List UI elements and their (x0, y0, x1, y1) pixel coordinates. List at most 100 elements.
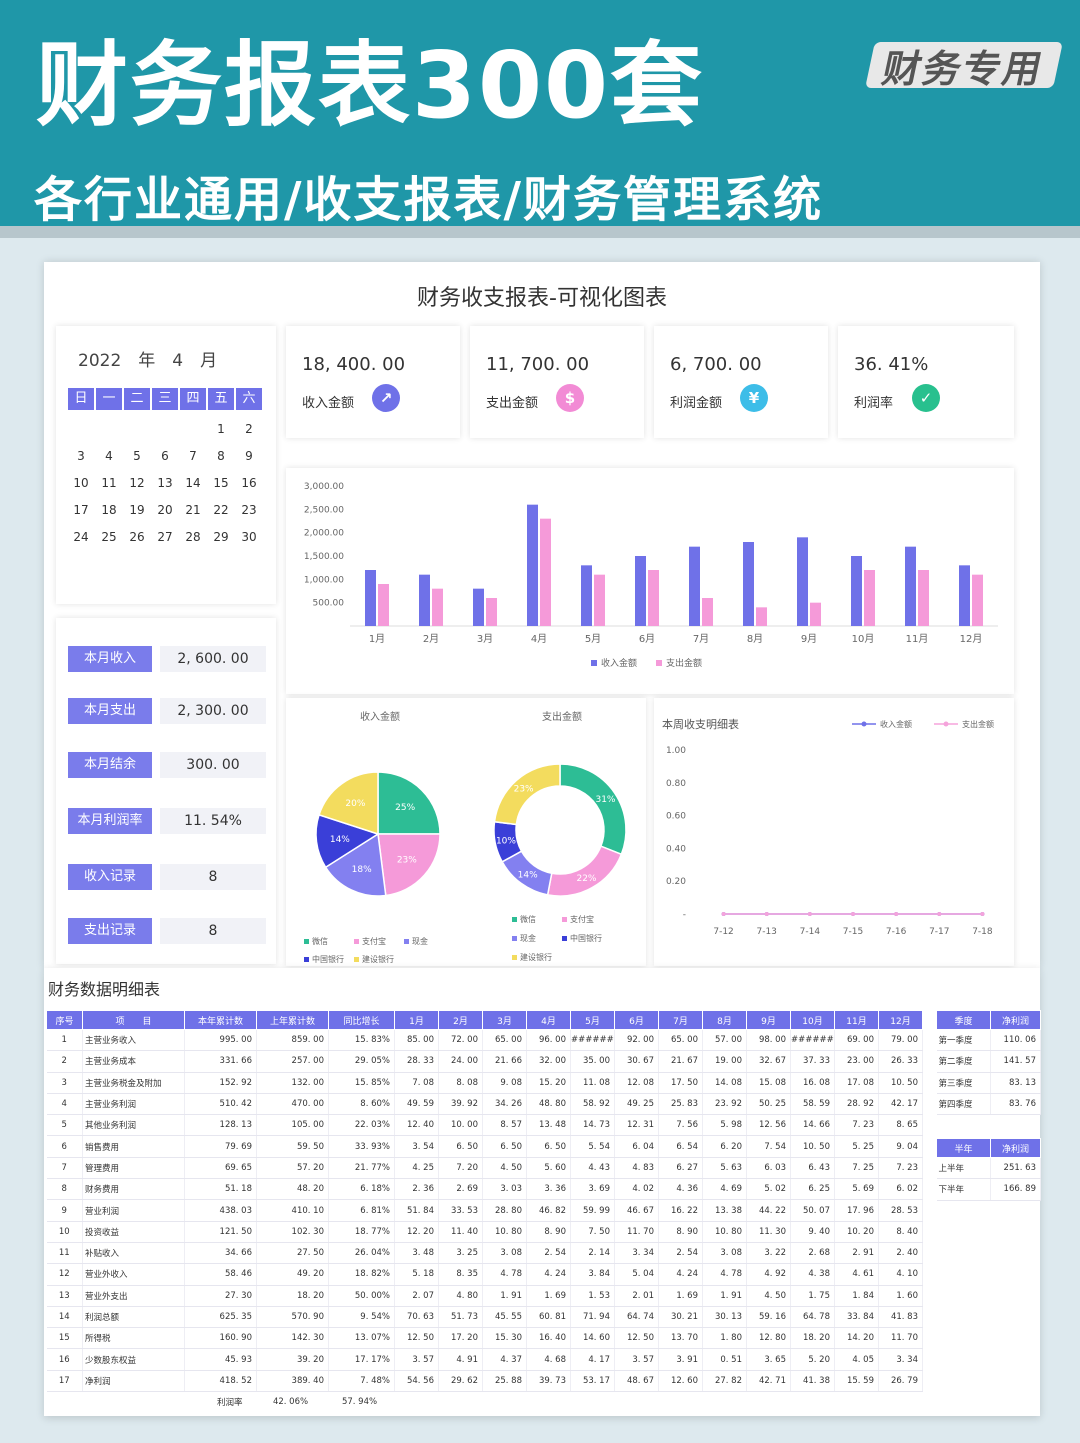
summary-value: 2, 600. 00 (160, 646, 266, 672)
calendar-day[interactable]: 18 (96, 497, 122, 524)
table-row[interactable]: 17 净利润 418. 52 389. 40 7. 48% 54. 56 29. 62 25.… (46, 1370, 923, 1393)
table-cell: 利润总额 (82, 1306, 185, 1329)
table-row[interactable]: 第二季度 141. 57 (936, 1050, 1041, 1073)
table-cell: 30. 13 (702, 1306, 747, 1329)
calendar-day[interactable]: 2 (236, 416, 262, 443)
table-cell: 48. 20 (256, 1178, 329, 1201)
table-cell: 3. 34 (878, 1348, 923, 1371)
table-cell: 15. 59 (834, 1370, 879, 1393)
pie-charts-panel: 收入金额 25% 23% 18% 14% 20% 支出金额 31% 22% 14% 10% 23% 微信… (286, 698, 646, 966)
column-header[interactable]: 序号 (46, 1010, 83, 1030)
table-cell: 58. 46 (184, 1263, 257, 1286)
calendar-day (152, 416, 178, 443)
weekday-label: 四 (180, 388, 206, 410)
calendar-day[interactable]: 30 (236, 524, 262, 551)
table-row[interactable]: 第三季度 83. 13 (936, 1072, 1041, 1094)
table-cell: 6. 54 (658, 1135, 703, 1158)
column-header[interactable]: 9月 (746, 1010, 791, 1030)
table-row[interactable]: 2 主营业务成本 331. 66 257. 00 29. 05% 28. 33 24. 00… (46, 1050, 923, 1073)
column-header[interactable]: 3月 (482, 1010, 527, 1030)
column-header[interactable]: 5月 (570, 1010, 615, 1030)
calendar-day[interactable]: 25 (96, 524, 122, 551)
calendar-day[interactable]: 8 (208, 443, 234, 470)
slice-value-label: 18% (352, 865, 372, 875)
column-header[interactable]: 6月 (614, 1010, 659, 1030)
table-row[interactable]: 第四季度 83. 76 (936, 1093, 1041, 1116)
calendar-day[interactable]: 22 (208, 497, 234, 524)
table-cell: 46. 82 (526, 1199, 571, 1222)
table-row[interactable]: 15 所得税 160. 90 142. 30 13. 07% 12. 50 17. 20 15… (46, 1327, 923, 1350)
table-row[interactable]: 10 投资收益 121. 50 102. 30 18. 77% 12. 20 11. 40 1… (46, 1221, 923, 1243)
table-row[interactable]: 5 其他业务利润 128. 13 105. 00 22. 03% 12. 40 10. 00… (46, 1114, 923, 1137)
calendar-day[interactable]: 14 (180, 470, 206, 497)
column-header[interactable]: 净利润 (990, 1010, 1041, 1030)
column-header[interactable]: 上年累计数 (256, 1010, 329, 1030)
calendar-day[interactable]: 7 (180, 443, 206, 470)
table-row[interactable]: 9 营业利润 438. 03 410. 10 6. 81% 51. 84 33. 53 28.… (46, 1199, 923, 1222)
table-row[interactable]: 13 营业外支出 27. 30 18. 20 50. 00% 2. 07 4. 80 1. 9… (46, 1285, 923, 1307)
table-row[interactable]: 1 主营业务收入 995. 00 859. 00 15. 83% 85. 00 72. 00… (46, 1029, 923, 1052)
column-header[interactable]: 同比增长 (328, 1010, 395, 1030)
calendar-day[interactable]: 4 (96, 443, 122, 470)
calendar-day[interactable]: 23 (236, 497, 262, 524)
column-header[interactable]: 12月 (878, 1010, 923, 1030)
column-header[interactable]: 本年累计数 (184, 1010, 257, 1030)
table-row[interactable]: 第一季度 110. 06 (936, 1029, 1041, 1052)
column-header[interactable]: 11月 (834, 1010, 879, 1030)
table-cell: 25. 83 (658, 1093, 703, 1116)
table-row[interactable]: 16 少数股东权益 45. 93 39. 20 17. 17% 3. 57 4. 91 4. … (46, 1348, 923, 1371)
column-header[interactable]: 1月 (394, 1010, 439, 1030)
table-row[interactable]: 8 财务费用 51. 18 48. 20 6. 18% 2. 36 2. 69 3. 03 3.… (46, 1178, 923, 1201)
column-header[interactable]: 7月 (658, 1010, 703, 1030)
footer-cell (47, 1392, 83, 1413)
calendar-day[interactable]: 21 (180, 497, 206, 524)
calendar-day[interactable]: 12 (124, 470, 150, 497)
calendar-day[interactable]: 28 (180, 524, 206, 551)
pie-slice (546, 845, 623, 897)
table-row[interactable]: 12 营业外收入 58. 46 49. 20 18. 82% 5. 18 8. 35 4. 7… (46, 1263, 923, 1286)
column-header[interactable]: 10月 (790, 1010, 835, 1030)
column-header[interactable]: 半年 (936, 1138, 991, 1158)
calendar-day[interactable]: 10 (68, 470, 94, 497)
table-cell: 32. 67 (746, 1050, 791, 1073)
calendar-day[interactable]: 6 (152, 443, 178, 470)
calendar-day[interactable]: 17 (68, 497, 94, 524)
table-row[interactable]: 11 补贴收入 34. 66 27. 50 26. 04% 3. 48 3. 25 3. 08… (46, 1242, 923, 1265)
table-row[interactable]: 14 利润总额 625. 35 570. 90 9. 54% 70. 63 51. 73 45… (46, 1306, 923, 1329)
calendar-day[interactable]: 20 (152, 497, 178, 524)
table-row[interactable]: 上半年 251. 63 (936, 1157, 1041, 1180)
calendar-day[interactable]: 29 (208, 524, 234, 551)
table-row[interactable]: 6 销售费用 79. 69 59. 50 33. 93% 3. 54 6. 50 6. 50 6… (46, 1135, 923, 1158)
table-cell: 11. 30 (746, 1221, 791, 1243)
calendar-day[interactable]: 13 (152, 470, 178, 497)
table-cell: 5. 69 (834, 1178, 879, 1201)
calendar-day[interactable]: 15 (208, 470, 234, 497)
calendar-day[interactable]: 24 (68, 524, 94, 551)
calendar-day[interactable]: 1 (208, 416, 234, 443)
calendar-day[interactable]: 11 (96, 470, 122, 497)
income-bar (905, 546, 916, 626)
calendar-weekday-header: 日 一 二 三 四 五 六 (68, 388, 264, 410)
calendar-week-row: 12 (68, 416, 264, 443)
table-cell: 14. 73 (570, 1114, 615, 1137)
column-header[interactable]: 季度 (936, 1010, 991, 1030)
table-row[interactable]: 4 主营业务利润 510. 42 470. 00 8. 60% 49. 59 39. 92 3… (46, 1093, 923, 1116)
column-header[interactable]: 净利润 (990, 1138, 1041, 1158)
calendar-day[interactable]: 3 (68, 443, 94, 470)
column-header[interactable]: 项 目 (82, 1010, 185, 1030)
calendar-day[interactable]: 9 (236, 443, 262, 470)
calendar-day[interactable]: 16 (236, 470, 262, 497)
detail-table-title: 财务数据明细表 (48, 980, 161, 999)
column-header[interactable]: 8月 (702, 1010, 747, 1030)
table-row[interactable]: 7 管理费用 69. 65 57. 20 21. 77% 4. 25 7. 20 4. 50 5… (46, 1157, 923, 1180)
calendar-day[interactable]: 5 (124, 443, 150, 470)
calendar-day[interactable]: 26 (124, 524, 150, 551)
table-cell: 10. 00 (438, 1114, 483, 1137)
calendar-day[interactable]: 19 (124, 497, 150, 524)
table-row[interactable]: 下半年 166. 89 (936, 1178, 1041, 1201)
table-cell: 2. 68 (790, 1242, 835, 1265)
calendar-day[interactable]: 27 (152, 524, 178, 551)
table-row[interactable]: 3 主营业务税金及附加 152. 92 132. 00 15. 85% 7. 08 8. 0… (46, 1072, 923, 1094)
column-header[interactable]: 4月 (526, 1010, 571, 1030)
column-header[interactable]: 2月 (438, 1010, 483, 1030)
